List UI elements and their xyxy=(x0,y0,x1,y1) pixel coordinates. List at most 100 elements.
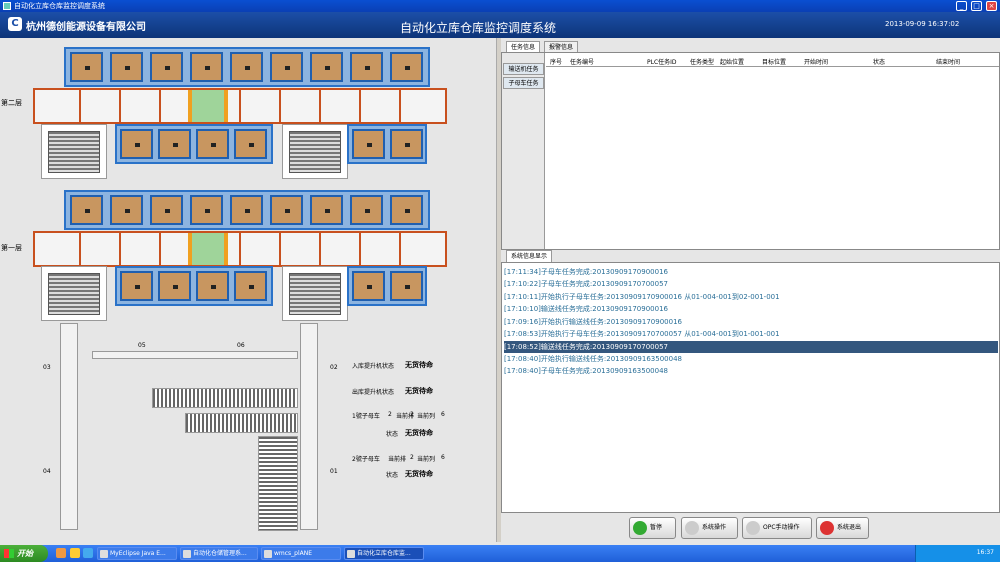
col-header[interactable]: PLC任务ID xyxy=(647,57,677,66)
title-bar: 自动化立库仓库监控调度系统 _ □ × xyxy=(0,0,1000,12)
cargo-box[interactable] xyxy=(230,52,263,82)
log-line[interactable]: [17:08:53]开始执行子母车任务:20130909170700057 从0… xyxy=(504,328,998,340)
log-line[interactable]: [17:08:40]子母车任务完成:20130909163500048 xyxy=(504,365,998,377)
cargo-box[interactable] xyxy=(390,52,423,82)
log-line[interactable]: [17:10:22]子母车任务完成:20130909170700057 xyxy=(504,278,998,290)
log-line[interactable]: [17:10:10]输送线任务完成:20130909170900016 xyxy=(504,303,998,315)
taskbar-item-active[interactable]: 自动化立库仓库监... xyxy=(344,547,424,560)
cargo-box[interactable] xyxy=(110,52,143,82)
cargo-box[interactable] xyxy=(196,129,229,159)
log-line-selected[interactable]: [17:08:52]输送线任务完成:20130909170700057 xyxy=(504,341,998,353)
cargo-box[interactable] xyxy=(70,195,103,225)
log-line[interactable]: [17:10:11]开始执行子母车任务:20130909170900016 从0… xyxy=(504,291,998,303)
cargo-box[interactable] xyxy=(158,129,191,159)
conveyor-roller-a[interactable] xyxy=(152,388,298,408)
log-line[interactable]: [17:09:16]开始执行输送线任务:20130909170900016 xyxy=(504,316,998,328)
cargo-box[interactable] xyxy=(110,195,143,225)
cargo-box[interactable] xyxy=(350,52,383,82)
conveyor-03-04[interactable] xyxy=(60,323,78,530)
cargo-box[interactable] xyxy=(352,129,385,159)
inbound-lift-upper[interactable] xyxy=(41,124,107,179)
cargo-box[interactable] xyxy=(390,195,423,225)
ie-icon[interactable] xyxy=(83,548,93,558)
exit-button[interactable]: 系统退出 xyxy=(816,517,869,539)
cargo-box[interactable] xyxy=(120,129,153,159)
cargo-box[interactable] xyxy=(390,271,423,301)
taskbar: 开始 MyEclipse Java E... 自动化仓储管理系... wmcs_… xyxy=(0,545,1000,562)
rail-divider xyxy=(279,90,281,122)
inbound-lift-lower[interactable] xyxy=(41,266,107,321)
start-button[interactable]: 开始 xyxy=(0,545,48,562)
conveyor-05-06[interactable] xyxy=(92,351,298,359)
cargo-box[interactable] xyxy=(390,129,423,159)
system-operation-button[interactable]: 系统操作 xyxy=(681,517,738,539)
mother-car-upper[interactable] xyxy=(188,90,228,122)
opc-manual-button[interactable]: OPC手动操作 xyxy=(742,517,812,539)
rack-lower-bottom-right xyxy=(347,266,427,306)
cargo-box[interactable] xyxy=(350,195,383,225)
cargo-box[interactable] xyxy=(270,195,303,225)
cargo-box[interactable] xyxy=(234,129,267,159)
cargo-box[interactable] xyxy=(310,52,343,82)
taskbar-item[interactable]: MyEclipse Java E... xyxy=(97,547,177,560)
minimize-button[interactable]: _ xyxy=(956,1,967,11)
cargo-box[interactable] xyxy=(120,271,153,301)
taskbar-item[interactable]: 自动化仓储管理系... xyxy=(180,547,258,560)
conveyor-02-01[interactable] xyxy=(300,323,318,530)
cargo-box[interactable] xyxy=(158,271,191,301)
outbound-lift-lower[interactable] xyxy=(282,266,348,321)
window-title: 自动化立库仓库监控调度系统 xyxy=(14,2,105,10)
taskbar-item[interactable]: wmcs_plANE xyxy=(261,547,341,560)
rail-divider xyxy=(79,90,81,122)
cargo-box[interactable] xyxy=(70,52,103,82)
col-header[interactable]: 状态 xyxy=(873,57,885,66)
task-table-header: 序号 任务编号 PLC任务ID 任务类型 起始位置 目标位置 开始时间 状态 结… xyxy=(546,53,999,67)
browser-icon[interactable] xyxy=(56,548,66,558)
side-tab-mother-car[interactable]: 子母车任务 xyxy=(503,77,544,89)
col-header[interactable]: 起始位置 xyxy=(720,57,744,66)
col-header[interactable]: 任务类型 xyxy=(690,57,714,66)
car1-row-value: 2 xyxy=(388,411,392,418)
system-log: [17:11:34]子母车任务完成:20130909170900016 [17:… xyxy=(501,262,1000,513)
col-header[interactable]: 结束时间 xyxy=(936,57,960,66)
task-panel: 输送机任务 子母车任务 序号 任务编号 PLC任务ID 任务类型 起始位置 目标… xyxy=(501,52,1000,250)
log-line[interactable]: [17:08:40]开始执行输送线任务:20130909163500048 xyxy=(504,353,998,365)
maximize-button[interactable]: □ xyxy=(971,1,982,11)
col-header[interactable]: 目标位置 xyxy=(762,57,786,66)
cargo-box[interactable] xyxy=(196,271,229,301)
cargo-box[interactable] xyxy=(190,52,223,82)
datetime-display: 2013-09-09 16:37:02 xyxy=(885,20,960,28)
joystick-icon xyxy=(685,521,699,535)
col-header[interactable]: 序号 xyxy=(550,57,562,66)
col-header[interactable]: 开始时间 xyxy=(804,57,828,66)
sys-op-label: 系统操作 xyxy=(702,524,727,531)
mother-car-lower[interactable] xyxy=(188,233,228,265)
cargo-box[interactable] xyxy=(230,195,263,225)
pause-button[interactable]: 暂停 xyxy=(629,517,676,539)
task-side-tabs: 输送机任务 子母车任务 xyxy=(502,53,545,249)
cargo-box[interactable] xyxy=(150,195,183,225)
layer-label-upper: 第二层 xyxy=(1,99,22,107)
car2-col-label: 当前列 xyxy=(417,456,436,463)
cargo-box[interactable] xyxy=(352,271,385,301)
cargo-box[interactable] xyxy=(150,52,183,82)
inbound-lift-status-value: 无货待命 xyxy=(405,361,433,369)
log-line[interactable]: [17:11:34]子母车任务完成:20130909170900016 xyxy=(504,266,998,278)
conveyor-label-05: 05 xyxy=(138,342,146,349)
conveyor-roller-c[interactable] xyxy=(258,436,298,531)
close-button[interactable]: × xyxy=(986,1,997,11)
cargo-box[interactable] xyxy=(310,195,343,225)
cargo-box[interactable] xyxy=(270,52,303,82)
conveyor-roller-b[interactable] xyxy=(185,413,298,433)
cargo-box[interactable] xyxy=(190,195,223,225)
outbound-lift-upper[interactable] xyxy=(282,124,348,179)
side-tab-conveyor[interactable]: 输送机任务 xyxy=(503,63,544,75)
folder-icon[interactable] xyxy=(70,548,80,558)
tab-system-info[interactable]: 系统信息显示 xyxy=(506,250,553,262)
warehouse-map: 第二层 第一层 03 04 05 06 02 01 入库提升机状态 无货待命 出… xyxy=(0,38,496,542)
cargo-box[interactable] xyxy=(234,271,267,301)
car1-col-value: 6 xyxy=(441,411,445,418)
rail-divider xyxy=(359,233,361,265)
rail-divider xyxy=(399,90,401,122)
col-header[interactable]: 任务编号 xyxy=(570,57,594,66)
